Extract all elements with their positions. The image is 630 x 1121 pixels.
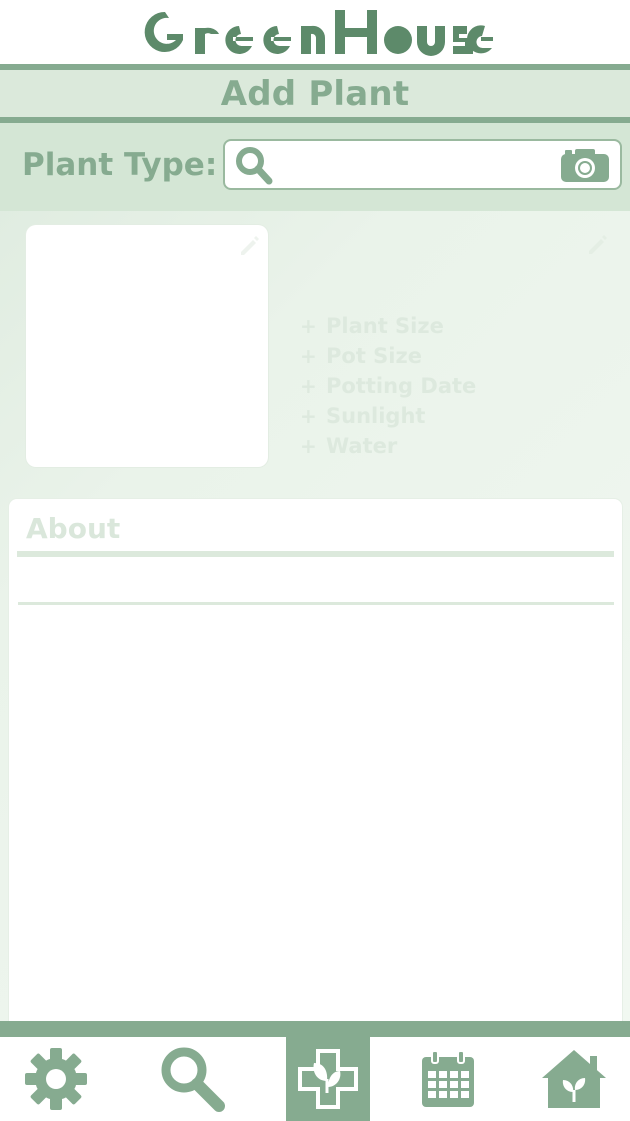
calendar-icon: [422, 1050, 474, 1107]
gear-icon: [25, 1048, 87, 1110]
nav-search[interactable]: [150, 1037, 234, 1121]
bottom-nav: [0, 1021, 630, 1121]
nav-divider: [0, 1021, 630, 1037]
add-plant-icon: [298, 1049, 358, 1109]
plus-icon: +: [300, 434, 317, 458]
page-title: Add Plant: [220, 73, 410, 114]
plant-photo-placeholder[interactable]: [26, 225, 268, 467]
detail-label: Pot Size: [326, 344, 422, 368]
greenhouse-logo: [144, 10, 493, 56]
edit-photo-icon[interactable]: [238, 235, 260, 261]
plus-icon: +: [300, 374, 317, 398]
detail-sunlight[interactable]: + Sunlight: [300, 401, 476, 431]
plant-type-search-box[interactable]: [223, 139, 622, 190]
nav-home[interactable]: [532, 1037, 616, 1121]
plant-type-row: Plant Type:: [0, 123, 630, 211]
plant-type-search-input[interactable]: [281, 145, 551, 185]
search-icon: [161, 1047, 225, 1112]
plant-type-label: Plant Type:: [22, 147, 218, 183]
app-header: [0, 0, 630, 64]
search-icon[interactable]: [234, 146, 274, 190]
plus-icon: +: [300, 314, 317, 338]
plant-details-list: + Plant Size + Pot Size + Potting Date + Sun…: [300, 311, 476, 461]
detail-label: Sunlight: [326, 404, 426, 428]
detail-label: Water: [326, 434, 398, 458]
greenhouse-home-icon: [542, 1050, 606, 1108]
plus-icon: +: [300, 344, 317, 368]
detail-plant-size[interactable]: + Plant Size: [300, 311, 476, 341]
about-card[interactable]: About: [9, 499, 622, 1039]
detail-label: Plant Size: [326, 314, 444, 338]
edit-details-icon[interactable]: [586, 234, 608, 260]
detail-label: Potting Date: [326, 374, 477, 398]
plus-icon: +: [300, 404, 317, 428]
page-title-bar: Add Plant: [0, 70, 630, 117]
detail-pot-size[interactable]: + Pot Size: [300, 341, 476, 371]
camera-icon[interactable]: [559, 146, 611, 188]
about-text-line: [18, 602, 614, 605]
detail-water[interactable]: + Water: [300, 431, 476, 461]
nav-add-plant[interactable]: [286, 1037, 370, 1121]
about-title: About: [26, 512, 121, 545]
nav-calendar[interactable]: [406, 1037, 490, 1121]
nav-settings[interactable]: [14, 1037, 98, 1121]
about-divider: [17, 551, 614, 557]
detail-potting-date[interactable]: + Potting Date: [300, 371, 476, 401]
